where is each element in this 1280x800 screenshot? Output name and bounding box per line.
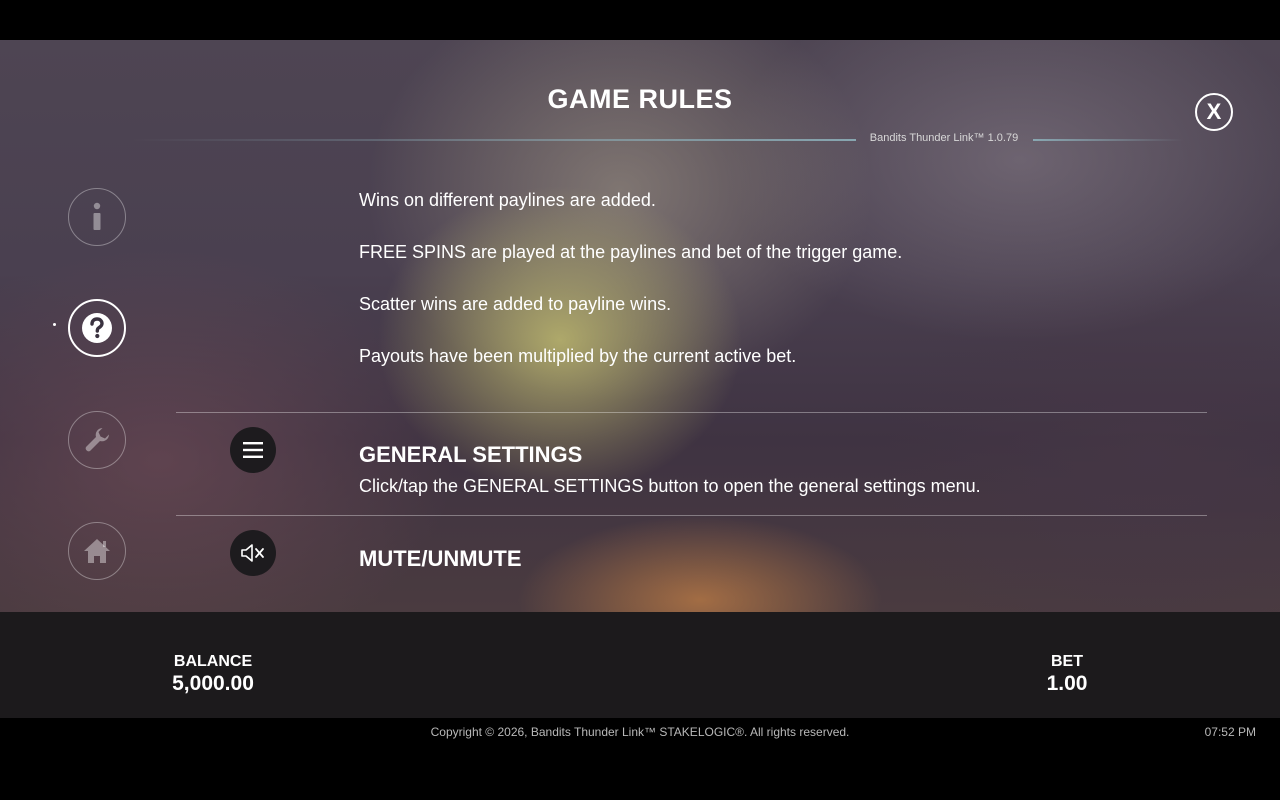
top-bar [0, 0, 1280, 40]
rule-scatter-wins: Scatter wins are added to payline wins. [359, 294, 672, 314]
home-icon [84, 539, 110, 563]
nav-info-button[interactable] [68, 188, 126, 246]
close-icon: X [1206, 99, 1222, 124]
menu-icon [243, 442, 263, 458]
title-divider-left [130, 139, 856, 141]
balance-value: 5,000.00 [172, 672, 254, 695]
section-divider [176, 515, 1207, 516]
active-indicator-dot [53, 323, 56, 326]
version-label: Bandits Thunder Link™ 1.0.79 [869, 132, 1019, 144]
balance-label: BALANCE [173, 653, 253, 670]
close-button[interactable]: X [1195, 93, 1233, 131]
rule-free-spins: FREE SPINS are played at the paylines an… [359, 242, 903, 262]
rule-paylines-added: Wins on different paylines are added. [359, 190, 656, 210]
general-settings-icon-badge [230, 427, 276, 473]
wrench-icon [85, 428, 109, 452]
question-icon [82, 313, 112, 343]
bet-meter: BET 1.00 [1017, 653, 1117, 696]
footer: Copyright © 2026, Bandits Thunder Link™ … [0, 718, 1280, 800]
balance-meter: BALANCE 5,000.00 [153, 653, 273, 696]
nav-home-button[interactable] [68, 522, 126, 580]
speaker-mute-icon [241, 544, 264, 562]
page-title: GAME RULES [547, 84, 733, 114]
copyright-text: Copyright © 2026, Bandits Thunder Link™ … [430, 725, 850, 739]
nav-settings-button[interactable] [68, 411, 126, 469]
bet-label: BET [1051, 653, 1083, 670]
rule-payouts-multiplied: Payouts have been multiplied by the curr… [359, 346, 797, 366]
general-settings-title: GENERAL SETTINGS [359, 442, 583, 467]
section-divider [176, 412, 1207, 413]
bottom-bar: BALANCE 5,000.00 BET 1.00 [0, 612, 1280, 718]
rules-panel: GAME RULES Bandits Thunder Link™ 1.0.79 … [0, 40, 1280, 612]
general-settings-description: Click/tap the GENERAL SETTINGS button to… [359, 476, 981, 496]
title-divider-right [1033, 139, 1183, 141]
mute-unmute-title: MUTE/UNMUTE [359, 546, 522, 571]
clock: 07:52 PM [1204, 725, 1256, 739]
nav-rules-button[interactable] [68, 299, 126, 357]
bet-value: 1.00 [1046, 672, 1088, 695]
mute-icon-badge [230, 530, 276, 576]
info-icon [93, 202, 101, 230]
